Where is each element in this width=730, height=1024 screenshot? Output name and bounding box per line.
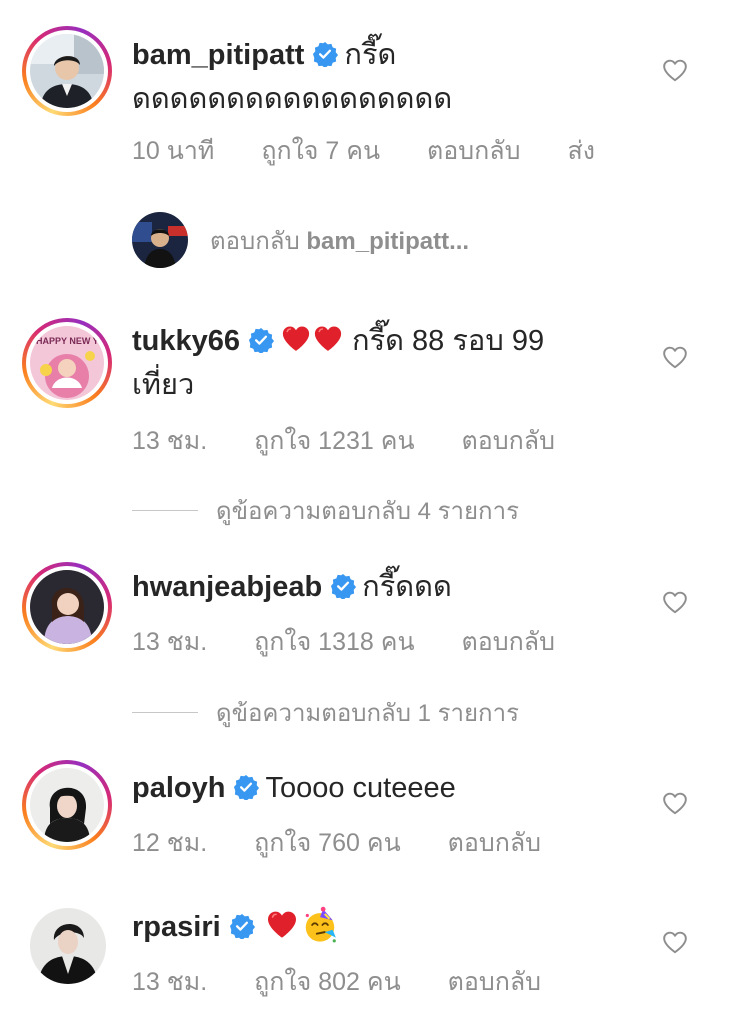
comment-username[interactable]: tukky66 — [132, 325, 240, 357]
verified-badge-icon — [229, 913, 255, 939]
svg-text:HAPPY NEW YEAR: HAPPY NEW YEAR — [36, 336, 104, 346]
comment-username[interactable]: bam_pitipatt — [132, 39, 304, 71]
avatar-story-ring[interactable] — [22, 760, 112, 850]
comment-time: 13 ชม. — [132, 427, 208, 455]
verified-badge-icon — [312, 41, 338, 67]
heart-outline-icon[interactable] — [662, 791, 688, 817]
reply-button[interactable]: ตอบกลับ — [448, 829, 541, 857]
comment-time: 13 ชม. — [132, 628, 208, 656]
red-heart-emoji — [265, 909, 299, 941]
comment-username[interactable]: hwanjeabjeab — [132, 571, 322, 603]
reply-prompt-prefix: ตอบกลับ — [210, 227, 300, 255]
red-heart-emoji — [280, 324, 312, 354]
verified-badge-icon — [233, 774, 259, 800]
comment-text-continued: ดดดดดดดดดดดดดดดดด — [132, 83, 453, 115]
reply-button[interactable]: ตอบกลับ — [427, 137, 520, 165]
avatar[interactable] — [30, 768, 104, 842]
divider-line — [132, 712, 198, 713]
avatar[interactable] — [30, 908, 106, 984]
divider-line — [132, 510, 198, 511]
heart-outline-icon[interactable] — [662, 930, 688, 956]
comment-like-count[interactable]: ถูกใจ 802 คน — [254, 968, 401, 996]
party-face-emoji — [305, 906, 336, 943]
comment-text: กรี๊ด — [344, 39, 397, 71]
verified-badge-icon — [248, 327, 274, 353]
red-heart-emoji — [312, 324, 344, 354]
view-replies-button[interactable]: ดูข้อความตอบกลับ 4 รายการ — [132, 491, 519, 530]
comment-time: 13 ชม. — [132, 968, 208, 996]
heart-outline-icon[interactable] — [662, 345, 688, 371]
avatar-story-ring[interactable] — [22, 562, 112, 652]
avatar[interactable] — [30, 34, 104, 108]
send-button[interactable]: ส่ง — [567, 137, 594, 165]
comment-like-count[interactable]: ถูกใจ 760 คน — [254, 829, 401, 857]
avatar[interactable] — [30, 570, 104, 644]
view-replies-button[interactable]: ดูข้อความตอบกลับ 1 รายการ — [132, 693, 519, 732]
reply-button[interactable]: ตอบกลับ — [462, 427, 555, 455]
comment-username[interactable]: paloyh — [132, 772, 225, 804]
comment-text-continued: เที่ยว — [132, 369, 195, 401]
avatar[interactable]: HAPPY NEW YEAR — [30, 326, 104, 400]
comment-time: 10 นาที — [132, 137, 215, 165]
comment-username[interactable]: rpasiri — [132, 911, 221, 943]
avatar — [132, 212, 188, 268]
comment-text: Toooo cuteeee — [265, 772, 456, 804]
comment-text: กรี๊ดดด — [362, 571, 452, 603]
reply-button[interactable]: ตอบกลับ — [448, 968, 541, 996]
comment-time: 12 ชม. — [132, 829, 208, 857]
reply-prompt[interactable]: ตอบกลับ bam_pitipatt... — [132, 212, 469, 268]
verified-badge-icon — [330, 573, 356, 599]
comment-like-count[interactable]: ถูกใจ 1231 คน — [254, 427, 414, 455]
heart-outline-icon[interactable] — [662, 590, 688, 616]
comment-like-count[interactable]: ถูกใจ 1318 คน — [254, 628, 414, 656]
reply-button[interactable]: ตอบกลับ — [462, 628, 555, 656]
comment-like-count[interactable]: ถูกใจ 7 คน — [261, 137, 380, 165]
avatar-story-ring[interactable] — [22, 26, 112, 116]
view-replies-label: ดูข้อความตอบกลับ 4 รายการ — [216, 498, 519, 525]
avatar-story-ring[interactable]: HAPPY NEW YEAR — [22, 318, 112, 408]
reply-prompt-username: bam_pitipatt... — [306, 227, 470, 255]
view-replies-label: ดูข้อความตอบกลับ 1 รายการ — [216, 700, 519, 727]
comment-text: กรี๊ด 88 รอบ 99 — [352, 325, 545, 357]
heart-outline-icon[interactable] — [662, 58, 688, 84]
